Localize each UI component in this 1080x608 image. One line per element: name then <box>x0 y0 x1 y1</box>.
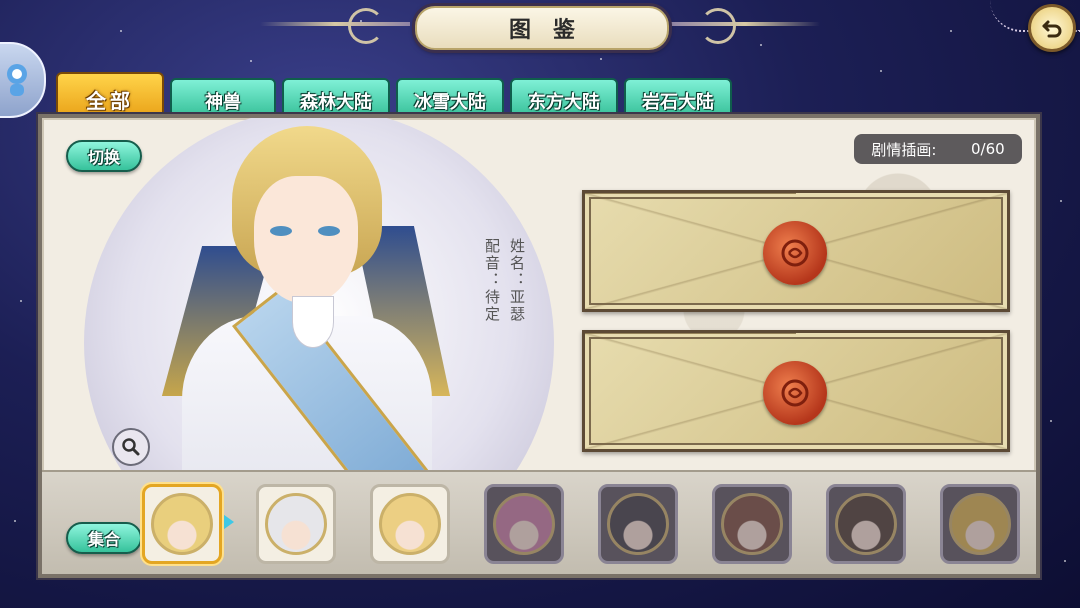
story-illustration-counter: 剧情插画: 0/60 <box>854 134 1022 164</box>
character-name-text: 姓名：亚瑟 <box>508 238 526 323</box>
page-title-banner: 图鉴 <box>415 6 669 50</box>
roster-thumb-white-haired[interactable] <box>256 484 336 564</box>
roster-thumb-pink-haired[interactable] <box>484 484 564 564</box>
character-avatar <box>151 493 213 555</box>
switch-button[interactable]: 切换 <box>66 140 142 172</box>
back-arrow-icon <box>1042 20 1062 38</box>
tab-label: 岩石大陆 <box>642 92 714 113</box>
sealed-story-letter[interactable] <box>582 190 1010 312</box>
swirl-ornament <box>700 8 736 44</box>
gather-button[interactable]: 集合 <box>66 522 142 554</box>
roster-thumb-blond-prince[interactable] <box>370 484 450 564</box>
tab-label: 冰雪大陆 <box>414 92 486 113</box>
roster-thumb-dark-haired[interactable] <box>598 484 678 564</box>
character-avatar <box>493 493 555 555</box>
swirl-ornament <box>348 8 384 44</box>
tab-label: 东方大陆 <box>528 92 600 113</box>
wax-seal-icon <box>763 361 827 425</box>
character-avatar <box>265 493 327 555</box>
title-ornament-right <box>670 22 820 26</box>
character-avatar <box>721 493 783 555</box>
zoom-button[interactable] <box>112 428 150 466</box>
page-title: 图鉴 <box>508 17 597 43</box>
voice-actor-text: 配音：待定 <box>483 238 501 323</box>
side-avatar-button[interactable] <box>0 42 46 118</box>
tab-label: 森林大陆 <box>300 92 372 113</box>
character-roster: 集合 <box>42 470 1036 574</box>
story-count: 0/60 <box>971 140 1005 158</box>
wax-seal-icon <box>763 221 827 285</box>
title-ornament-left <box>260 22 410 26</box>
character-avatar <box>607 493 669 555</box>
mascot-icon <box>7 64 27 96</box>
roster-thumb-glasses[interactable] <box>826 484 906 564</box>
character-avatar <box>949 493 1011 555</box>
codex-panel: 配音：待定 姓名：亚瑟 切换 剧情插画: 0/60 集合 <box>38 114 1040 578</box>
switch-label: 切换 <box>87 148 120 167</box>
tab-label: 神兽 <box>205 92 241 113</box>
sealed-story-letter[interactable] <box>582 330 1010 452</box>
character-avatar <box>835 493 897 555</box>
selected-indicator-icon <box>220 512 234 532</box>
roster-thumb-gold-haired[interactable] <box>940 484 1020 564</box>
character-info: 配音：待定 姓名：亚瑟 <box>482 238 528 323</box>
tab-label: 全部 <box>86 88 134 113</box>
character-avatar <box>379 493 441 555</box>
story-label: 剧情插画: <box>871 140 937 159</box>
roster-thumb-brown-haired[interactable] <box>712 484 792 564</box>
magnifier-icon <box>122 438 140 456</box>
back-button[interactable] <box>1028 4 1076 52</box>
roster-thumb-blond-knight[interactable] <box>142 484 222 564</box>
gather-label: 集合 <box>87 530 120 549</box>
